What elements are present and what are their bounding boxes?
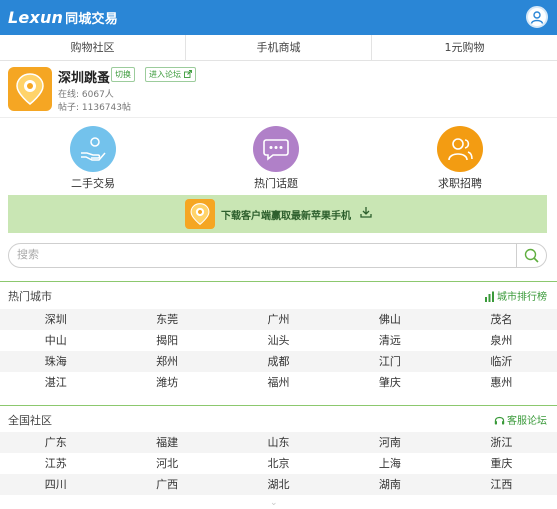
city-link[interactable]: 深圳 (0, 309, 111, 330)
forum-info: 深圳跳蚤 切换 进入论坛 在线: 6067人 帖子: 1136743帖 (0, 61, 557, 118)
province-link[interactable]: 河南 (334, 432, 445, 453)
top-bar: Lexun 同城交易 (0, 0, 557, 35)
table-row: 深圳 东莞 广州 佛山 茂名 (0, 309, 557, 330)
province-link[interactable]: 湖北 (223, 474, 334, 495)
hand-money-icon (81, 137, 106, 161)
city-link[interactable]: 成都 (223, 351, 334, 372)
headset-icon (494, 416, 505, 425)
city-link[interactable]: 广州 (223, 309, 334, 330)
city-link[interactable]: 茂名 (446, 309, 557, 330)
search-icon (524, 248, 539, 263)
download-app-banner[interactable]: 下载客户端赢取最新苹果手机 (8, 195, 547, 233)
customer-service-forum-label: 客服论坛 (507, 416, 547, 427)
location-pin-icon (190, 203, 210, 225)
bottom-fade (0, 494, 557, 509)
section-divider (0, 405, 557, 406)
app-logo[interactable]: Lexun 同城交易 (8, 8, 118, 27)
city-link[interactable]: 泉州 (446, 330, 557, 351)
banner-app-icon (185, 199, 215, 229)
province-link[interactable]: 江苏 (0, 453, 111, 474)
nav-phone-mall[interactable]: 手机商城 (186, 35, 372, 60)
quick-link-circle (437, 126, 483, 172)
chevron-down-icon[interactable]: ⌄ (270, 498, 278, 508)
province-link[interactable]: 上海 (334, 453, 445, 474)
switch-forum-button[interactable]: 切换 (111, 67, 135, 82)
city-link[interactable]: 临沂 (446, 351, 557, 372)
logo-main: Lexun (8, 8, 64, 27)
city-link[interactable]: 湛江 (0, 372, 111, 393)
province-link[interactable]: 福建 (111, 432, 222, 453)
province-link[interactable]: 湖南 (334, 474, 445, 495)
city-link[interactable]: 中山 (0, 330, 111, 351)
table-row: 珠海 郑州 成都 江门 临沂 (0, 351, 557, 372)
logo-sub: 同城交易 (65, 12, 118, 27)
province-link[interactable]: 河北 (111, 453, 222, 474)
forum-logo (8, 67, 52, 111)
search-button[interactable] (516, 243, 546, 268)
hot-cities-header: 热门城市 城市排行榜 (0, 284, 557, 306)
city-ranking-link[interactable]: 城市排行榜 (484, 288, 547, 303)
all-communities-title: 全国社区 (8, 414, 52, 427)
section-divider (0, 281, 557, 282)
province-link[interactable]: 浙江 (446, 432, 557, 453)
nav-one-yuan-shopping[interactable]: 1元购物 (372, 35, 557, 60)
hot-cities-title: 热门城市 (8, 290, 52, 303)
quick-link-secondhand-trade[interactable]: 二手交易 (33, 126, 153, 191)
city-link[interactable]: 东莞 (111, 309, 222, 330)
city-link[interactable]: 佛山 (334, 309, 445, 330)
all-communities-grid: 广东 福建 山东 河南 浙江 江苏 河北 北京 上海 重庆 四川 广西 湖北 湖… (0, 432, 557, 495)
quick-link-job-recruitment[interactable]: 求职招聘 (400, 126, 520, 191)
province-link[interactable]: 北京 (223, 453, 334, 474)
quick-link-hot-topics[interactable]: 热门话题 (216, 126, 336, 191)
city-link[interactable]: 潍坊 (111, 372, 222, 393)
city-link[interactable]: 汕头 (223, 330, 334, 351)
province-link[interactable]: 四川 (0, 474, 111, 495)
people-icon (448, 138, 473, 161)
table-row: 广东 福建 山东 河南 浙江 (0, 432, 557, 453)
table-row: 四川 广西 湖北 湖南 江西 (0, 474, 557, 495)
user-avatar-button[interactable] (526, 6, 548, 28)
external-link-icon (183, 70, 192, 78)
quick-link-circle (253, 126, 299, 172)
city-link[interactable]: 清远 (334, 330, 445, 351)
province-link[interactable]: 江西 (446, 474, 557, 495)
search-bar (8, 243, 547, 268)
quick-link-label: 求职招聘 (438, 177, 482, 190)
province-link[interactable]: 广西 (111, 474, 222, 495)
city-link[interactable]: 珠海 (0, 351, 111, 372)
forum-name: 深圳跳蚤 (58, 71, 111, 86)
quick-link-label: 二手交易 (71, 177, 115, 190)
city-link[interactable]: 福州 (223, 372, 334, 393)
quick-link-label: 热门话题 (254, 177, 298, 190)
city-link[interactable]: 江门 (334, 351, 445, 372)
nav-shopping-community[interactable]: 购物社区 (0, 35, 186, 60)
quick-link-circle (70, 126, 116, 172)
table-row: 湛江 潍坊 福州 肇庆 惠州 (0, 372, 557, 393)
location-pin-icon (16, 73, 44, 105)
city-link[interactable]: 肇庆 (334, 372, 445, 393)
city-link[interactable]: 郑州 (111, 351, 222, 372)
city-ranking-label: 城市排行榜 (497, 292, 547, 303)
enter-forum-label: 进入论坛 (149, 70, 181, 79)
table-row: 江苏 河北 北京 上海 重庆 (0, 453, 557, 474)
user-icon (530, 11, 544, 24)
customer-service-forum-link[interactable]: 客服论坛 (494, 412, 547, 427)
hot-cities-grid: 深圳 东莞 广州 佛山 茂名 中山 揭阳 汕头 清远 泉州 珠海 郑州 成都 江… (0, 309, 557, 393)
province-link[interactable]: 重庆 (446, 453, 557, 474)
city-link[interactable]: 揭阳 (111, 330, 222, 351)
download-icon (360, 207, 372, 218)
province-link[interactable]: 广东 (0, 432, 111, 453)
enter-forum-button[interactable]: 进入论坛 (145, 67, 196, 82)
all-communities-header: 全国社区 客服论坛 (0, 408, 557, 430)
search-input[interactable] (17, 248, 517, 261)
post-count: 帖子: 1136743帖 (58, 103, 131, 113)
chat-bubble-icon (263, 139, 289, 161)
online-count: 在线: 6067人 (58, 90, 114, 100)
province-link[interactable]: 山东 (223, 432, 334, 453)
main-nav: 购物社区 手机商城 1元购物 (0, 35, 557, 61)
city-link[interactable]: 惠州 (446, 372, 557, 393)
table-row: 中山 揭阳 汕头 清远 泉州 (0, 330, 557, 351)
banner-text: 下载客户端赢取最新苹果手机 (221, 211, 351, 222)
bar-chart-icon (485, 291, 494, 302)
